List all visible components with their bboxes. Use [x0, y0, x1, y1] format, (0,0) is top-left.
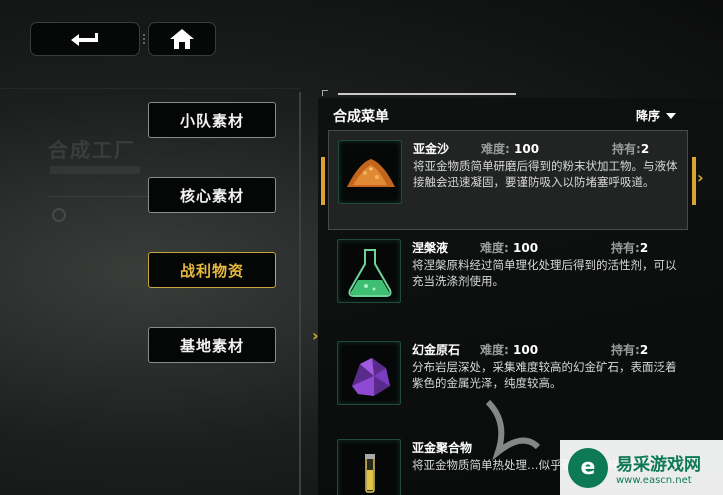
item-hold-count: 持有:2	[612, 142, 650, 156]
category-squad-materials-button[interactable]: 小队素材	[148, 102, 276, 138]
item-thumbnail	[337, 341, 401, 405]
recipe-item[interactable]: 亚金沙 难度: 100 持有:2 将亚金物质简单研磨后得到的粉末状加工物。与液体…	[321, 130, 696, 230]
watermark-logo-icon: e	[568, 447, 608, 488]
panel-title: 合成菜单	[333, 109, 389, 125]
category-base-materials-button[interactable]: 基地素材	[148, 327, 276, 363]
item-description: 将亚金物质简单研磨后得到的粉末状加工物。与液体接触会迅速凝固，要谨防吸入以防堵塞…	[413, 159, 678, 189]
sort-dropdown[interactable]: 降序	[636, 107, 677, 124]
item-thumbnail	[337, 239, 401, 303]
nav-separator	[141, 32, 147, 46]
crystal-ore-icon	[352, 358, 390, 396]
selection-marker-right	[692, 157, 696, 205]
watermark-url: www.eascn.net	[616, 474, 692, 486]
back-button[interactable]	[30, 22, 140, 56]
category-label: 小队素材	[179, 111, 244, 130]
category-label: 核心素材	[179, 186, 244, 205]
category-label: 战利物资	[179, 261, 244, 280]
sort-label: 降序	[636, 109, 661, 123]
category-label: 基地素材	[179, 336, 244, 355]
item-name: 亚金聚合物	[412, 441, 473, 455]
recipe-item[interactable]: 涅槃液 难度: 100 持有:2 将涅槃原料经过简单理化处理后得到的活性剂，可以…	[328, 230, 688, 330]
back-arrow-icon	[71, 33, 98, 46]
chevron-down-icon	[666, 112, 677, 119]
background-eye-icon	[52, 208, 66, 222]
site-watermark: e 易采游戏网 www.eascn.net	[560, 440, 723, 495]
item-thumbnail	[337, 439, 401, 495]
panel-rail	[299, 92, 301, 495]
watermark-name: 易采游戏网	[616, 454, 701, 475]
item-name: 亚金沙	[413, 142, 450, 156]
home-icon	[170, 29, 194, 49]
scroll-tick	[322, 90, 328, 96]
category-core-materials-button[interactable]: 核心素材	[148, 177, 276, 213]
background-title: 合成工厂	[48, 138, 136, 162]
item-description: 将涅槃原料经过简单理化处理后得到的活性剂，可以充当洗涤剂使用。	[412, 258, 677, 288]
item-hold-count: 持有:2	[611, 241, 649, 255]
background-subtitle-bar	[50, 166, 140, 174]
item-description: 分布岩层深处，采集难度较高的幻金矿石，表面泛着紫色的金属光泽，纯度较高。	[412, 360, 677, 390]
item-difficulty: 难度: 100	[481, 142, 540, 156]
home-button[interactable]	[148, 22, 216, 56]
scroll-thumb[interactable]	[338, 93, 516, 95]
item-difficulty: 难度: 100	[480, 241, 539, 255]
flask-icon	[348, 249, 392, 297]
item-thumbnail	[338, 140, 402, 204]
item-name: 幻金原石	[412, 343, 461, 357]
item-difficulty: 难度: 100	[480, 343, 539, 357]
left-collapse-arrow-icon[interactable]: ›	[312, 326, 319, 345]
item-hold-count: 持有:2	[611, 343, 649, 357]
item-name: 涅槃液	[412, 241, 449, 255]
horizontal-scrollbar[interactable]	[322, 90, 522, 98]
sand-pile-icon	[347, 159, 395, 187]
vial-icon	[365, 454, 375, 493]
selection-marker-left	[321, 157, 325, 205]
category-loot-supplies-button[interactable]: 战利物资	[148, 252, 276, 288]
watermark-ghost-logo-icon	[485, 399, 541, 461]
right-expand-arrow-icon[interactable]: ›	[697, 168, 704, 187]
